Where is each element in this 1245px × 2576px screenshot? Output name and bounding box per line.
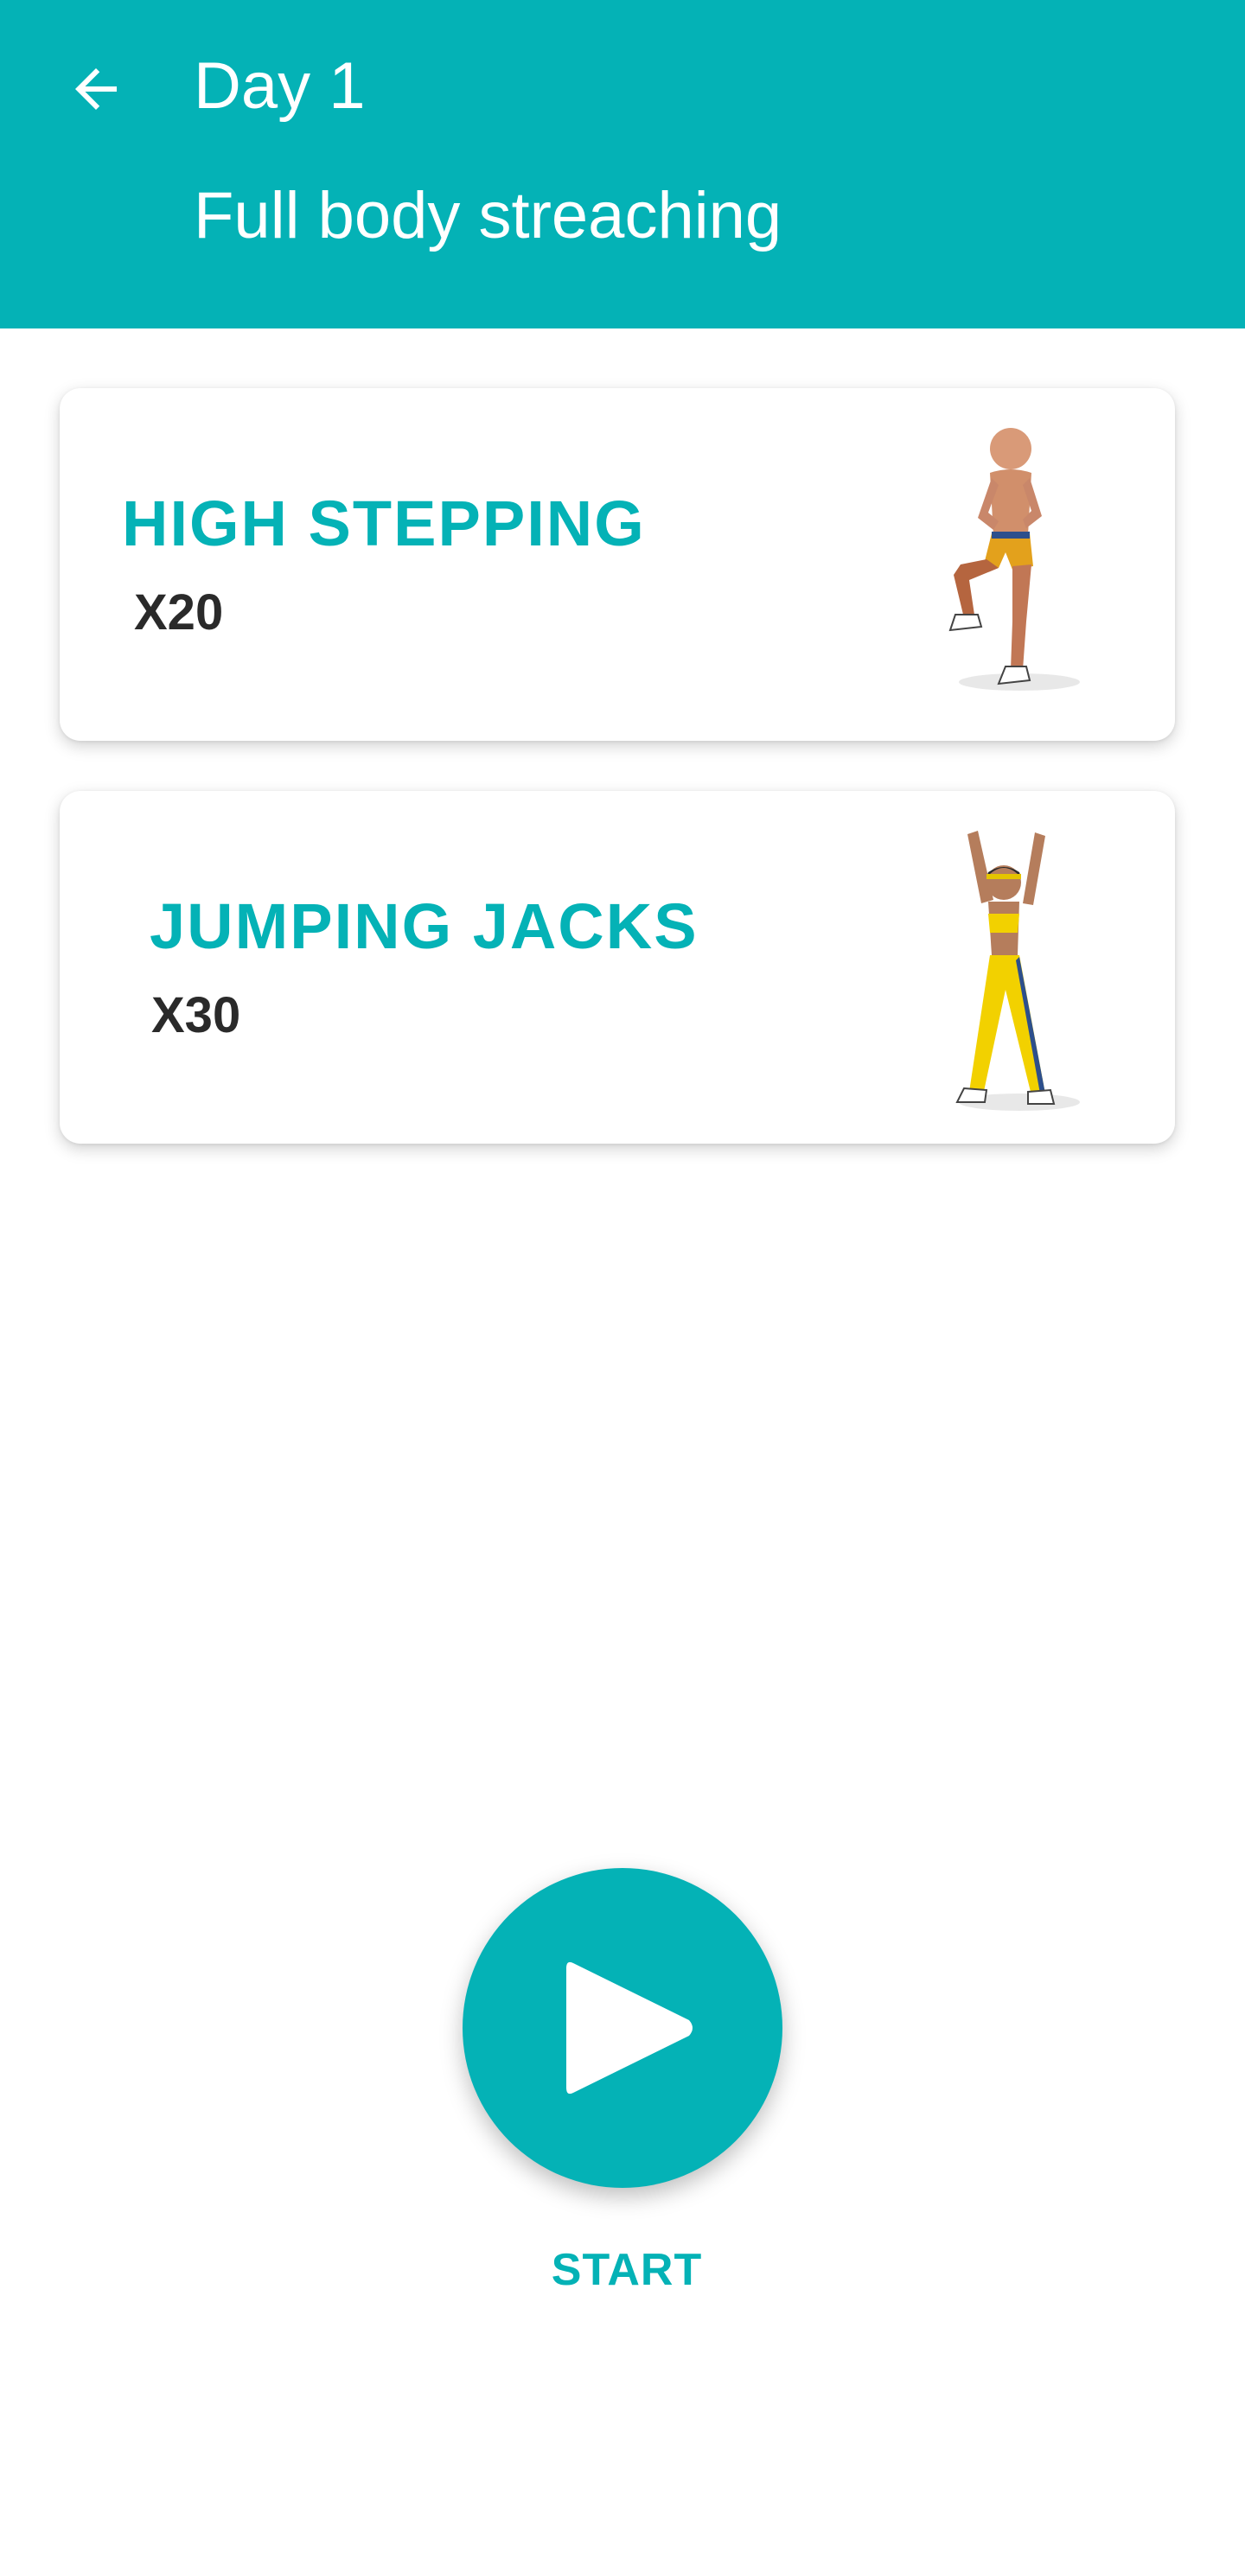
start-label[interactable]: START — [450, 2244, 804, 2296]
exercise-card-high-stepping[interactable]: HIGH STEPPING X20 — [60, 388, 1175, 741]
exercise-name: JUMPING JACKS — [150, 890, 699, 962]
page-subtitle: Full body streaching — [194, 179, 782, 252]
play-icon — [566, 1961, 693, 2095]
man-high-stepping-figure — [948, 428, 1080, 691]
page-title: Day 1 — [194, 49, 366, 123]
exercise-reps: X30 — [151, 987, 241, 1043]
app-bar: Day 1 Full body streaching — [0, 0, 1245, 328]
woman-jumping-jacks-figure — [955, 831, 1080, 1111]
start-button[interactable] — [463, 1868, 782, 2188]
back-button[interactable] — [57, 50, 135, 128]
exercise-card-jumping-jacks[interactable]: JUMPING JACKS X30 — [60, 791, 1175, 1144]
exercise-reps: X20 — [134, 584, 224, 641]
arrow-left-icon — [75, 68, 117, 110]
exercise-name: HIGH STEPPING — [122, 488, 646, 559]
